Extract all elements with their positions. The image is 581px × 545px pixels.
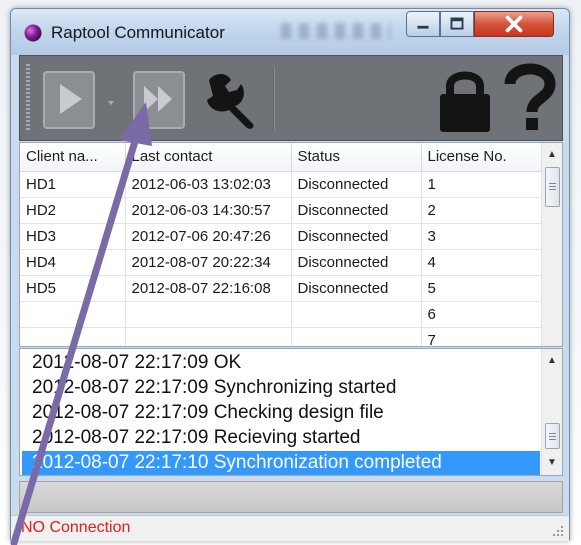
log-scroll-thumb[interactable]	[545, 423, 560, 449]
cell-license-no: 6	[421, 301, 544, 328]
scroll-up-icon[interactable]: ▲	[542, 145, 562, 165]
table-row[interactable]: 7	[20, 327, 544, 346]
table-row[interactable]: HD5 2012-08-07 22:16:08 Disconnected 5	[20, 275, 544, 302]
close-icon	[505, 15, 523, 33]
cell-client-name	[20, 301, 126, 328]
maximize-button[interactable]	[440, 11, 474, 37]
cell-license-no: 3	[421, 223, 544, 250]
maximize-icon	[450, 17, 464, 30]
app-icon	[24, 24, 42, 42]
grid-header-row: Client na... Last contact Status License…	[20, 143, 544, 172]
cell-last-contact: 2012-08-07 20:22:34	[125, 249, 292, 276]
toolbar-separator	[273, 66, 275, 130]
title-background-blur	[281, 23, 391, 39]
cell-last-contact	[125, 301, 292, 328]
settings-button[interactable]	[195, 66, 265, 132]
progress-bar	[19, 481, 563, 513]
cell-client-name: HD2	[20, 197, 126, 224]
cell-status: Disconnected	[291, 249, 422, 276]
log-scrollbar[interactable]: ▲ ▼	[541, 349, 562, 475]
clients-grid[interactable]: Client na... Last contact Status License…	[19, 142, 563, 347]
cell-last-contact: 2012-06-03 14:30:57	[125, 197, 292, 224]
cell-status	[291, 301, 422, 328]
column-header-license-no[interactable]: License No.	[421, 143, 544, 172]
play-button[interactable]	[36, 68, 120, 130]
cell-last-contact: 2012-07-06 20:47:26	[125, 223, 292, 250]
lock-icon	[440, 71, 490, 132]
cell-last-contact	[125, 327, 292, 346]
grid-scrollbar[interactable]: ▲	[541, 143, 562, 346]
column-header-client-name[interactable]: Client na...	[20, 143, 126, 172]
scroll-down-icon[interactable]: ▼	[542, 453, 562, 473]
cell-client-name: HD4	[20, 249, 126, 276]
table-row[interactable]: HD4 2012-08-07 20:22:34 Disconnected 4	[20, 249, 544, 276]
log-line-selected[interactable]: 2012-08-07 22:17:10 Synchronization comp…	[22, 451, 540, 475]
cell-license-no: 1	[421, 171, 544, 198]
fast-forward-button[interactable]	[130, 68, 190, 130]
cell-last-contact: 2012-08-07 22:16:08	[125, 275, 292, 302]
log-list[interactable]: 2012-08-07 22:17:09 OK 2012-08-07 22:17:…	[19, 348, 563, 476]
cell-license-no: 5	[421, 275, 544, 302]
toolbar	[19, 55, 563, 141]
cell-license-no: 7	[421, 327, 544, 346]
wrench-icon	[207, 74, 254, 129]
log-line[interactable]: 2012-08-07 22:17:09 Checking design file	[22, 401, 540, 425]
table-row[interactable]: HD3 2012-07-06 20:47:26 Disconnected 3	[20, 223, 544, 250]
minimize-button[interactable]	[406, 11, 440, 37]
connection-status: NO Connection	[21, 519, 131, 536]
cell-client-name: HD3	[20, 223, 126, 250]
grid-scroll-thumb[interactable]	[545, 167, 560, 207]
log-line[interactable]: 2012-08-07 22:17:09 Recieving started	[22, 426, 540, 450]
table-row[interactable]: HD1 2012-06-03 13:02:03 Disconnected 1	[20, 171, 544, 198]
clients-table: Client na... Last contact Status License…	[20, 143, 544, 346]
app-window: Raptool Communicator Client na... Last c…	[10, 8, 570, 541]
close-button[interactable]	[474, 11, 554, 37]
minimize-icon	[417, 25, 429, 29]
column-header-status[interactable]: Status	[291, 143, 422, 172]
cell-status: Disconnected	[291, 275, 422, 302]
cell-status: Disconnected	[291, 197, 422, 224]
log-line[interactable]: 2012-08-07 22:17:09 OK	[22, 351, 540, 375]
log-line[interactable]: 2012-08-07 22:17:09 Synchronizing starte…	[22, 376, 540, 400]
resize-grip-icon[interactable]	[551, 524, 565, 538]
cell-status	[291, 327, 422, 346]
title-bar[interactable]: Raptool Communicator	[11, 9, 569, 55]
dropdown-arrow-icon[interactable]	[108, 101, 114, 105]
cell-client-name: HD1	[20, 171, 126, 198]
cell-status: Disconnected	[291, 171, 422, 198]
scroll-up-icon[interactable]: ▲	[542, 351, 562, 371]
fast-forward-icon	[133, 71, 185, 129]
cell-client-name: HD5	[20, 275, 126, 302]
lock-button[interactable]	[432, 64, 498, 134]
cell-client-name	[20, 327, 126, 346]
cell-last-contact: 2012-06-03 13:02:03	[125, 171, 292, 198]
cell-license-no: 2	[421, 197, 544, 224]
play-icon	[43, 71, 114, 129]
table-row[interactable]: HD2 2012-06-03 14:30:57 Disconnected 2	[20, 197, 544, 224]
table-row[interactable]: 6	[20, 301, 544, 328]
cell-license-no: 4	[421, 249, 544, 276]
window-title: Raptool Communicator	[51, 23, 225, 42]
help-icon	[504, 63, 556, 130]
toolbar-grip[interactable]	[26, 64, 30, 132]
column-header-last-contact[interactable]: Last contact	[125, 143, 292, 172]
help-button[interactable]	[502, 62, 558, 134]
cell-status: Disconnected	[291, 223, 422, 250]
status-bar: NO Connection	[11, 515, 569, 541]
